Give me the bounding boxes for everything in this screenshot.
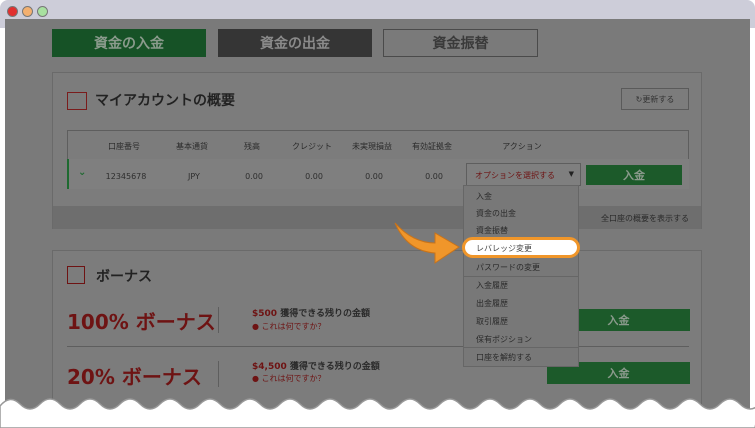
menu-item-transfer[interactable]: 資金振替	[476, 225, 508, 236]
chevron-down-icon[interactable]: ⌄	[78, 167, 86, 178]
bonus-amount-text: 獲得できる残りの金額	[289, 362, 380, 372]
col-header: 未実現損益	[352, 142, 392, 151]
refresh-icon: ↻	[635, 94, 643, 104]
col-header: アクション	[502, 142, 542, 151]
transfer-tab-button[interactable]: 資金振替	[383, 29, 538, 57]
bonus-amount-text: 獲得できる残りの金額	[280, 309, 371, 319]
menu-separator	[464, 276, 578, 277]
maximize-window-button[interactable]	[37, 6, 48, 17]
currency: JPY	[188, 172, 200, 181]
balance: 0.00	[245, 172, 263, 181]
row-deposit-button[interactable]: 入金	[586, 165, 682, 185]
menu-item-trade-history[interactable]: 取引履歴	[476, 316, 508, 327]
col-header: クレジット	[292, 142, 332, 151]
briefcase-icon	[67, 92, 87, 110]
divider	[218, 361, 219, 387]
bonus-name: 20% ボーナス	[67, 365, 202, 389]
col-header: 口座番号	[108, 142, 140, 151]
bonus-title: ボーナス	[96, 269, 152, 285]
page-content: 資金の入金 資金の出金 資金振替 マイアカウントの概要 ↻ 更新する 口座番号 基…	[5, 19, 750, 425]
row-divider	[67, 346, 689, 347]
info-icon: ●	[252, 322, 259, 331]
account-overview-panel: マイアカウントの概要 ↻ 更新する 口座番号 基本通貨 残高 クレジット 未実現損…	[52, 72, 702, 229]
accounts-table: 口座番号 基本通貨 残高 クレジット 未実現損益 有効証拠金 アクション ⌄ 1…	[67, 130, 689, 189]
menu-item-withdraw-history[interactable]: 出金履歴	[476, 298, 508, 309]
deposit-tab-button[interactable]: 資金の入金	[52, 29, 206, 57]
menu-item-deposit-history[interactable]: 入金履歴	[476, 280, 508, 291]
bonus-amount-line: $500 獲得できる残りの金額	[252, 306, 370, 319]
menu-item-withdraw[interactable]: 資金の出金	[476, 208, 516, 219]
close-window-button[interactable]	[7, 6, 18, 17]
equity: 0.00	[425, 172, 443, 181]
col-header: 残高	[244, 142, 260, 151]
col-header: 有効証拠金	[412, 142, 452, 151]
menu-item-change-password[interactable]: パスワードの変更	[476, 262, 540, 273]
action-dropdown-menu: 入金 資金の出金 資金振替 レバレッジ変更 パスワードの変更 入金履歴 出金履歴…	[462, 185, 580, 367]
action-select[interactable]: オプションを選択する ▼	[466, 163, 581, 186]
divider	[218, 307, 219, 333]
menu-item-open-positions[interactable]: 保有ポジション	[476, 334, 532, 345]
bonus-amount-line: $4,500 獲得できる残りの金額	[252, 359, 380, 372]
caret-down-icon: ▼	[568, 170, 574, 178]
unrealized-pl: 0.00	[365, 172, 383, 181]
gift-icon	[67, 266, 85, 284]
info-icon: ●	[252, 374, 259, 383]
bonus-name: 100% ボーナス	[67, 310, 216, 334]
menu-item-close-account[interactable]: 口座を解約する	[476, 352, 532, 363]
menu-item-deposit[interactable]: 入金	[476, 191, 492, 202]
account-title: マイアカウントの概要	[95, 93, 235, 109]
table-row: ⌄ 12345678 JPY 0.00 0.00 0.00 0.00 オプション…	[67, 159, 689, 189]
minimize-window-button[interactable]	[22, 6, 33, 17]
refresh-button[interactable]: ↻ 更新する	[621, 88, 689, 110]
menu-item-leverage-change[interactable]: レバレッジ変更	[462, 237, 580, 258]
bonus-amount: $500	[252, 309, 278, 319]
pointer-arrow-icon	[394, 222, 460, 264]
withdraw-tab-button[interactable]: 資金の出金	[218, 29, 372, 57]
row-deposit-label: 入金	[586, 165, 682, 185]
col-header: 基本通貨	[176, 142, 208, 151]
panel-footer: 全口座の概要を表示する	[53, 206, 701, 229]
torn-edge	[0, 398, 755, 428]
credit: 0.00	[305, 172, 323, 181]
account-number: 12345678	[105, 172, 147, 181]
bonus-amount: $4,500	[252, 362, 287, 372]
help-link[interactable]: ● これは何ですか？	[252, 321, 326, 332]
menu-separator	[464, 347, 578, 348]
help-link[interactable]: ● これは何ですか？	[252, 373, 326, 384]
view-all-accounts-link[interactable]: 全口座の概要を表示する	[601, 213, 689, 224]
